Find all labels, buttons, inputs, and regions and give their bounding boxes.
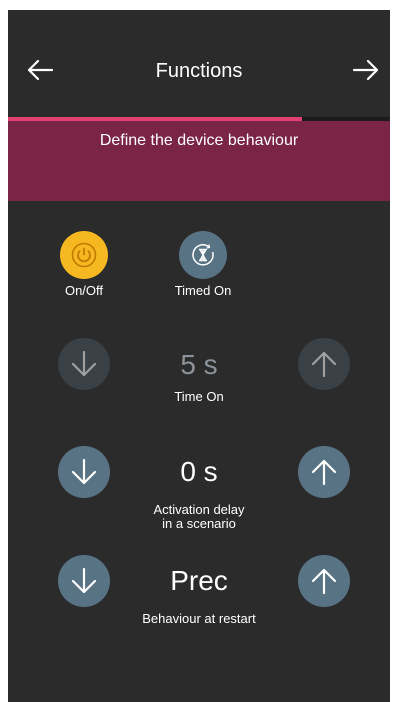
mode-on-off-circle[interactable] (60, 231, 108, 279)
power-icon (71, 242, 97, 268)
page-title: Functions (155, 60, 243, 82)
arrow-right-icon (352, 59, 379, 81)
arrow-up-icon (311, 459, 337, 486)
description-banner: Define the device behaviour (8, 121, 390, 201)
header: Functions (8, 10, 390, 118)
activation-delay-value: 0 s (180, 456, 218, 487)
arrow-down-icon (71, 567, 97, 594)
activation-delay-label-line1: Activation delay (153, 502, 245, 517)
mode-on-off[interactable]: On/Off (50, 231, 118, 298)
arrow-down-icon (71, 458, 97, 485)
activation-delay-increase-button[interactable] (298, 446, 350, 498)
app-screen: Functions Define the device behaviour On… (8, 10, 390, 702)
mode-on-off-label: On/Off (64, 283, 104, 298)
hourglass-icon (192, 244, 214, 266)
arrow-down-icon (71, 350, 97, 377)
mode-timed-on[interactable]: Timed On (161, 231, 245, 298)
mode-timed-on-label: Timed On (174, 283, 232, 298)
banner-text: Define the device behaviour (99, 132, 299, 149)
restart-behaviour-value: Prec (170, 565, 228, 596)
arrow-up-icon (311, 568, 337, 595)
mode-timed-on-circle[interactable] (179, 231, 227, 279)
restart-behaviour-label: Behaviour at restart (142, 611, 256, 626)
activation-delay-label-line2: in a scenario (162, 516, 236, 531)
time-on-increase-button[interactable] (298, 338, 350, 390)
time-on-label: Time On (174, 389, 224, 404)
restart-behaviour-increase-button[interactable] (298, 555, 350, 607)
arrow-up-icon (311, 351, 337, 378)
next-button[interactable] (348, 56, 384, 84)
time-on-value: 5 s (180, 349, 218, 380)
